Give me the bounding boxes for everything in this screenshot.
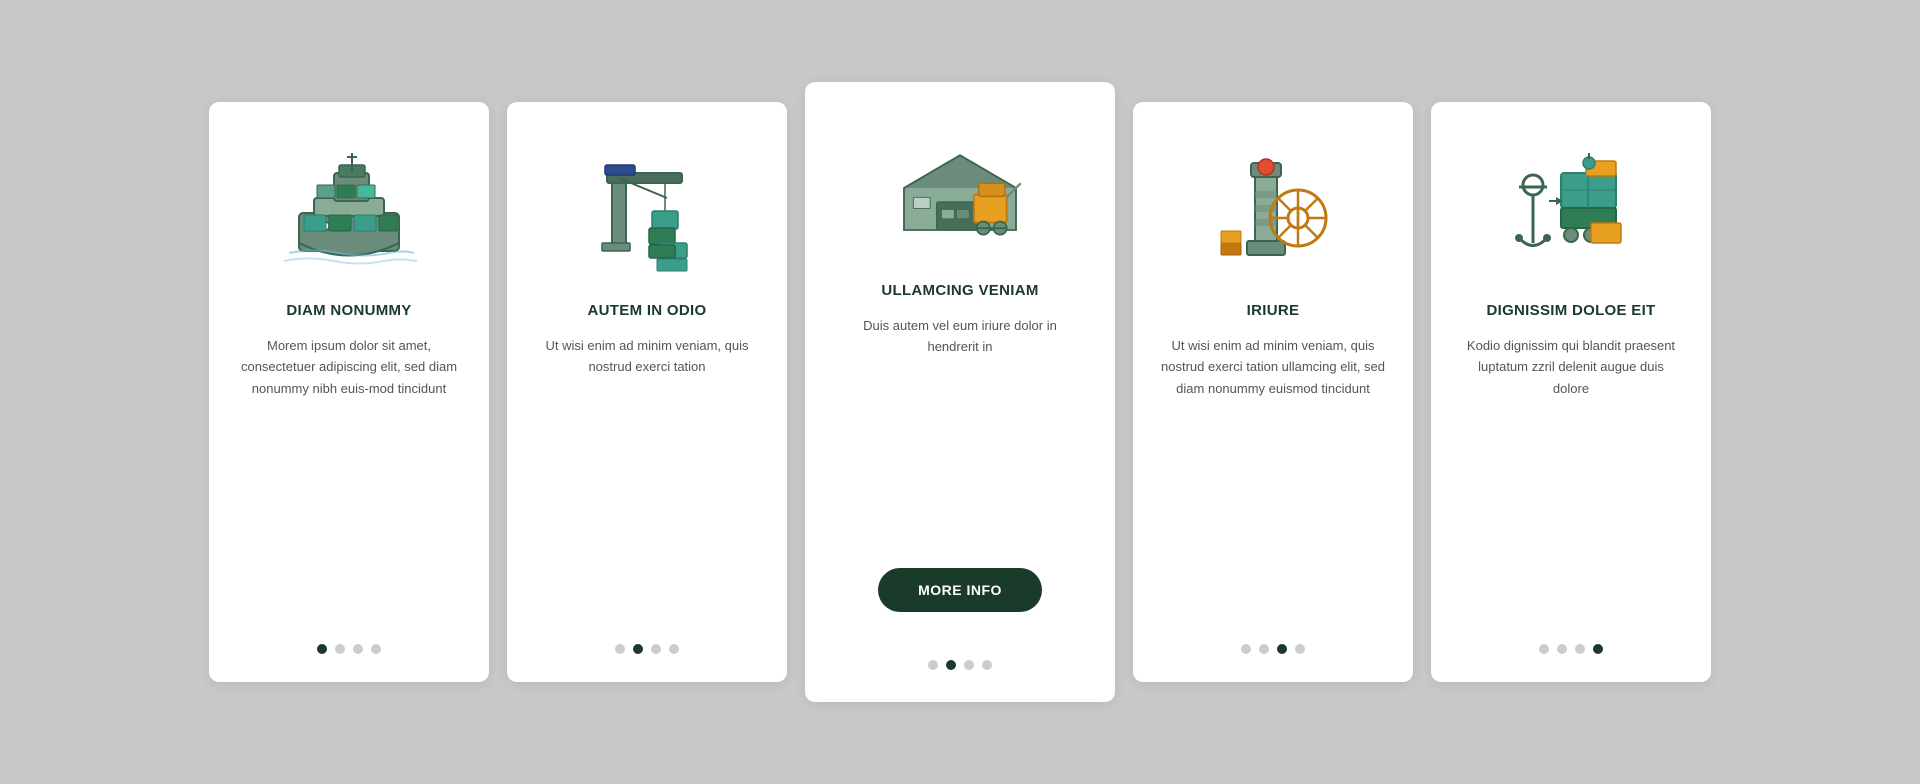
dot — [1241, 644, 1251, 654]
dot — [1539, 644, 1549, 654]
card-4-text: Ut wisi enim ad minim veniam, quis nostr… — [1161, 335, 1385, 620]
card-3-title: ULLAMCING VENIAM — [881, 282, 1038, 299]
anchor-containers-icon — [1501, 138, 1641, 278]
dot — [1295, 644, 1305, 654]
dot — [1575, 644, 1585, 654]
dot — [964, 660, 974, 670]
ship-icon — [279, 138, 419, 278]
card-4-dots — [1241, 644, 1305, 654]
more-info-button[interactable]: MORE INFO — [878, 568, 1042, 612]
card-2-title: AUTEM IN ODIO — [588, 302, 707, 319]
card-3-dots — [928, 660, 992, 670]
card-5: DIGNISSIM DOLOE EIT Kodio dignissim qui … — [1431, 102, 1711, 682]
dot — [1593, 644, 1603, 654]
lighthouse-icon — [1203, 138, 1343, 278]
dot — [982, 660, 992, 670]
dot — [669, 644, 679, 654]
card-2: AUTEM IN ODIO Ut wisi enim ad minim veni… — [507, 102, 787, 682]
dot — [928, 660, 938, 670]
dot — [1277, 644, 1287, 654]
crane-icon — [577, 138, 717, 278]
dot — [633, 644, 643, 654]
card-5-text: Kodio dignissim qui blandit praesent lup… — [1459, 335, 1683, 620]
dot — [371, 644, 381, 654]
card-2-text: Ut wisi enim ad minim veniam, quis nostr… — [535, 335, 759, 620]
dot — [946, 660, 956, 670]
dot — [1557, 644, 1567, 654]
dot — [335, 644, 345, 654]
card-1-text: Morem ipsum dolor sit amet, consectetuer… — [237, 335, 461, 620]
card-1-dots — [317, 644, 381, 654]
card-5-title: DIGNISSIM DOLOE EIT — [1486, 302, 1655, 319]
warehouse-icon — [890, 118, 1030, 258]
dot — [317, 644, 327, 654]
card-1: DIAM NONUMMY Morem ipsum dolor sit amet,… — [209, 102, 489, 682]
card-5-dots — [1539, 644, 1603, 654]
dot — [353, 644, 363, 654]
dot — [1259, 644, 1269, 654]
cards-container: DIAM NONUMMY Morem ipsum dolor sit amet,… — [110, 82, 1810, 702]
card-4-title: IRIURE — [1247, 302, 1300, 319]
card-1-title: DIAM NONUMMY — [286, 302, 411, 319]
card-4: IRIURE Ut wisi enim ad minim veniam, qui… — [1133, 102, 1413, 682]
card-3: ULLAMCING VENIAM Duis autem vel eum iriu… — [805, 82, 1115, 702]
card-3-text: Duis autem vel eum iriure dolor in hendr… — [837, 315, 1083, 548]
dot — [651, 644, 661, 654]
card-2-dots — [615, 644, 679, 654]
dot — [615, 644, 625, 654]
